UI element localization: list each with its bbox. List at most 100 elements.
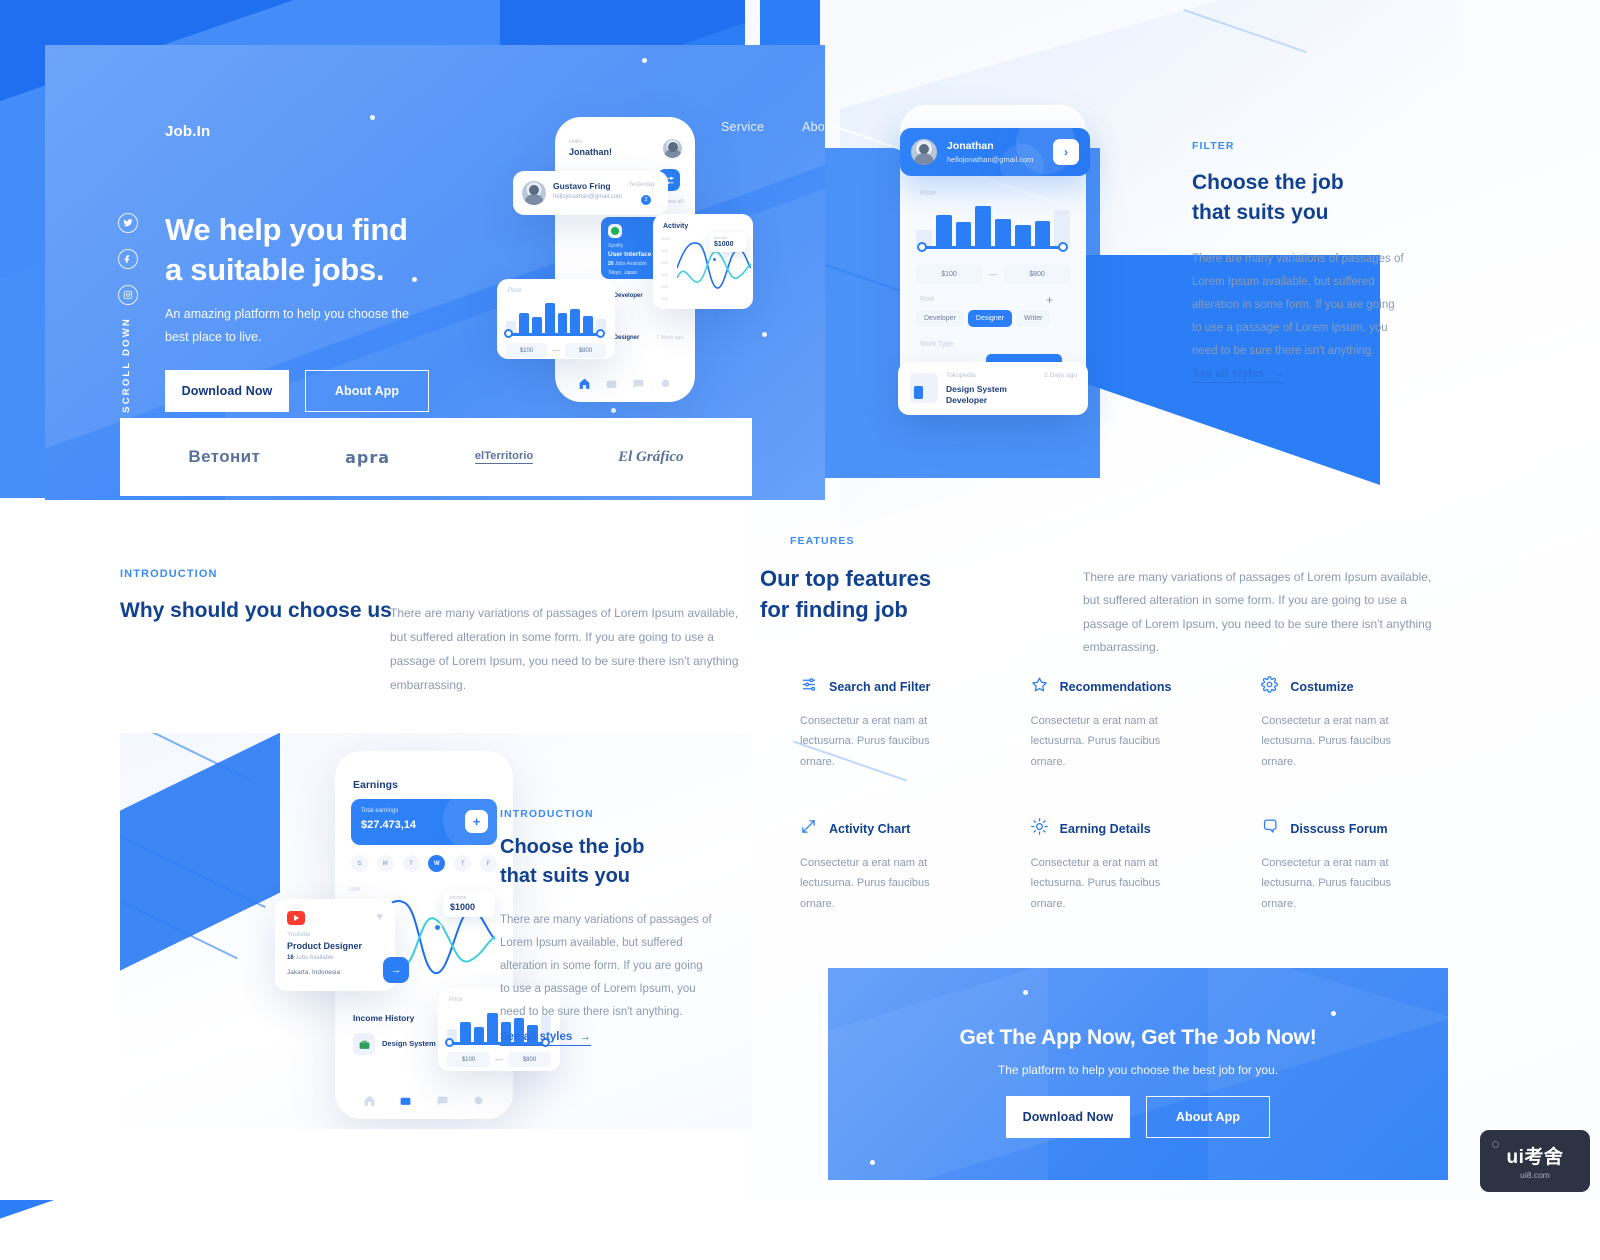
briefcase-icon xyxy=(400,1097,411,1105)
filter-heading: Choose the job that suits you xyxy=(1192,171,1344,225)
social-links xyxy=(118,213,138,305)
showcase-kicker: INTRODUCTION xyxy=(500,808,594,820)
day-m[interactable]: M xyxy=(376,855,394,872)
filter-price-knob-min[interactable] xyxy=(917,242,927,252)
job-card-count: 16 Jobs Available xyxy=(287,955,334,961)
brand-logos-bar: Ветонит apra elTerritorio El Gráfico xyxy=(120,418,752,496)
filter-paragraph: There are many variations of passages of… xyxy=(1192,253,1404,357)
briefcase-icon xyxy=(606,380,617,388)
price-range-dash: — xyxy=(552,346,560,355)
cta-heading: Get The App Now, Get The Job Now! xyxy=(959,1026,1317,1049)
hero-heading-line-1: We help you find xyxy=(165,212,408,247)
day-t2[interactable]: T xyxy=(454,855,472,872)
brand-logo-apra: apra xyxy=(345,447,391,467)
activity-tooltip-value: $1000 xyxy=(714,241,734,248)
add-earning-button[interactable]: + xyxy=(465,810,488,833)
filter-price-bars xyxy=(916,202,1070,248)
chat-icon xyxy=(1261,818,1278,840)
settings-icon xyxy=(661,379,670,388)
price-slider-knob-max[interactable] xyxy=(596,329,605,338)
add-role-icon[interactable]: + xyxy=(1046,293,1053,307)
job-card-role: Product Designer xyxy=(287,941,363,951)
star-icon xyxy=(1031,676,1048,698)
filter-job-card[interactable]: Tokopedia 2 Days ago Design System Develo… xyxy=(898,362,1088,415)
nav-item-about[interactable]: About xyxy=(802,120,825,140)
price-min-input[interactable]: $100 xyxy=(447,1052,490,1067)
role-option-writer[interactable]: Writer xyxy=(1015,310,1051,327)
about-app-button[interactable]: About App xyxy=(305,370,429,412)
activity-data-point xyxy=(711,256,718,263)
facebook-icon[interactable] xyxy=(118,249,138,269)
download-now-button[interactable]: Download Now xyxy=(165,370,289,412)
user-profile-card[interactable]: Jonathan hellojonathan@gmail.com › xyxy=(900,128,1090,176)
hero-dot xyxy=(611,408,616,413)
price-slider-knob-min[interactable] xyxy=(445,1038,454,1047)
hero-phone-time-b: 1 Week ago xyxy=(656,335,683,341)
filter-role-options: Developer Designer Writer xyxy=(916,310,1076,327)
filter-price-max[interactable]: $800 xyxy=(1004,264,1070,284)
earnings-title: Earnings xyxy=(353,779,398,791)
day-w-active[interactable]: W xyxy=(428,855,446,872)
brand-logo[interactable]: Job.In xyxy=(165,123,210,140)
showcase-heading: Choose the job that suits you xyxy=(500,836,645,887)
scroll-down-label: SCROLL DOWN xyxy=(121,317,132,413)
price-label: Price xyxy=(449,997,463,1003)
cta-about-app-button[interactable]: About App xyxy=(1146,1096,1270,1138)
filter-price-label: Price xyxy=(920,190,936,197)
hero-phone-tabbar xyxy=(555,377,695,390)
price-slider-knob-min[interactable] xyxy=(504,329,513,338)
cta-download-now-button[interactable]: Download Now xyxy=(1006,1096,1130,1138)
feature-desc: Consectetur a erat nam at lectusurna. Pu… xyxy=(1030,857,1161,910)
hero-price-max[interactable]: $800 xyxy=(565,343,606,358)
filter-job-role: Design System Developer xyxy=(946,384,1007,406)
activity-tooltip-label: Income xyxy=(714,235,728,240)
income-data-point xyxy=(433,923,442,932)
hero-dot xyxy=(412,277,417,282)
contact-avatar xyxy=(522,181,546,205)
feature-item-search-and-filter: Search and Filter Consectetur a erat nam… xyxy=(800,676,999,772)
hero-price-min[interactable]: $100 xyxy=(506,343,547,358)
cta-dot xyxy=(870,1160,875,1165)
sun-icon xyxy=(1030,818,1048,840)
activity-y-tick: 100K xyxy=(661,236,671,241)
showcase-see-all-link[interactable]: See all styles → xyxy=(500,1031,591,1046)
role-option-designer[interactable]: Designer xyxy=(967,310,1012,327)
feature-title: Earning Details xyxy=(1059,822,1151,837)
instagram-icon[interactable] xyxy=(118,285,138,305)
phone-notch xyxy=(394,751,454,764)
youtube-icon xyxy=(287,911,305,925)
price-range-dash: — xyxy=(495,1055,503,1064)
chevron-right-icon[interactable]: › xyxy=(1053,139,1079,165)
features-grid: Search and Filter Consectetur a erat nam… xyxy=(800,676,1460,914)
feature-desc: Consectetur a erat nam at lectusurna. Pu… xyxy=(800,715,930,768)
filter-price-min[interactable]: $100 xyxy=(916,264,982,284)
job-card-go-button[interactable]: → xyxy=(383,957,409,983)
activity-y-tick: 40K xyxy=(661,272,669,277)
income-history-title: Income History xyxy=(353,1013,415,1023)
hero-job-count: 20 Jobs Available xyxy=(608,261,647,267)
home-icon xyxy=(579,378,590,389)
weekday-selector: S M T W T F xyxy=(351,855,497,872)
income-tooltip-label: Income xyxy=(450,895,467,901)
feature-item-earning-details: Earning Details Consectetur a erat nam a… xyxy=(1031,818,1230,914)
activity-y-tick: 10K xyxy=(661,296,669,301)
job-card-location: Jakarta, Indonesia xyxy=(287,969,341,976)
filter-price-knob-max[interactable] xyxy=(1058,242,1068,252)
feature-title: Activity Chart xyxy=(829,822,911,837)
price-max-input[interactable]: $800 xyxy=(508,1052,551,1067)
phone-notch xyxy=(595,117,655,130)
filter-see-all-link[interactable]: See all styles → xyxy=(1192,368,1284,383)
hero-dot xyxy=(370,115,375,120)
day-t1[interactable]: T xyxy=(402,855,420,872)
filter-job-source: Tokopedia xyxy=(946,372,976,379)
filter-job-time: 2 Days ago xyxy=(1044,372,1077,379)
nav-item-service[interactable]: Service xyxy=(721,120,764,140)
feature-item-activity-chart: Activity Chart Consectetur a erat nam at… xyxy=(800,818,999,914)
feature-desc: Consectetur a erat nam at lectusurna. Pu… xyxy=(1030,715,1161,768)
role-option-developer[interactable]: Developer xyxy=(916,310,964,327)
heart-icon[interactable]: ♥ xyxy=(376,911,383,923)
day-f[interactable]: F xyxy=(479,855,497,872)
arrow-right-icon: → xyxy=(579,1031,591,1043)
twitter-icon[interactable] xyxy=(118,213,138,233)
day-s[interactable]: S xyxy=(351,855,368,872)
